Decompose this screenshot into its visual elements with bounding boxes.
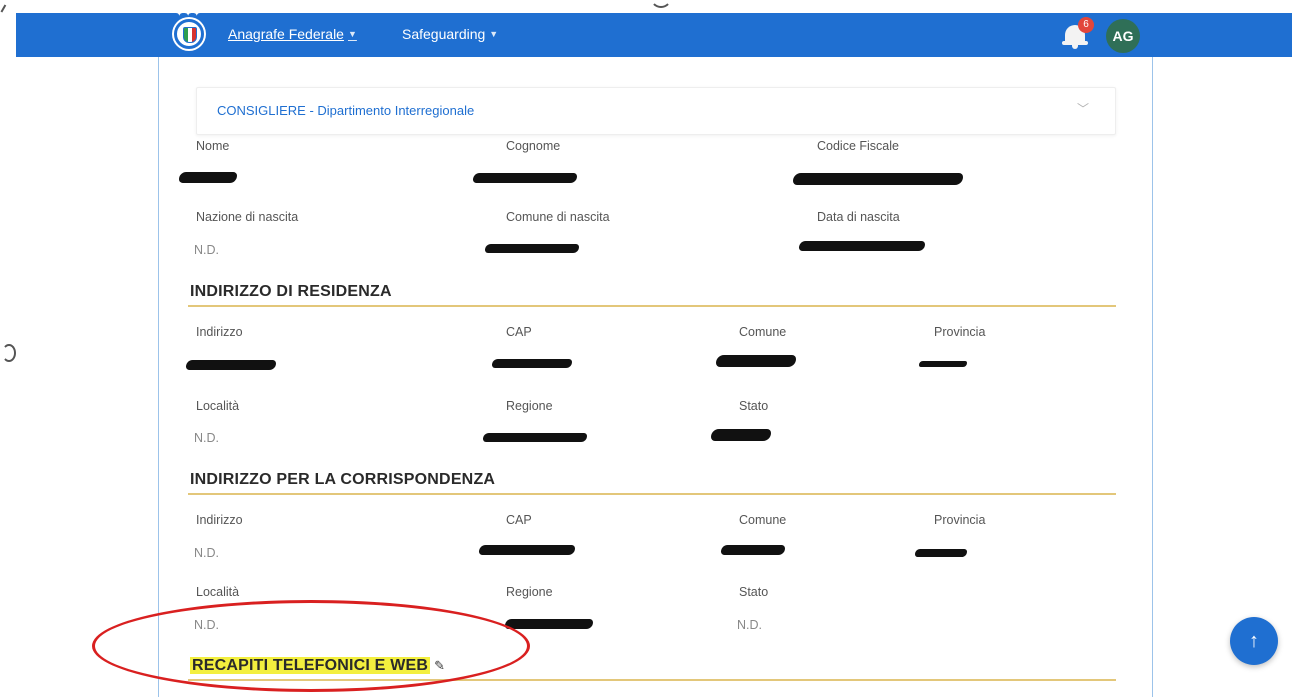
- corrispondenza-cap-label: CAP: [506, 513, 532, 527]
- figc-logo-icon[interactable]: [174, 19, 204, 49]
- redacted-corrispondenza-provincia: [915, 549, 967, 557]
- nav-menu-safeguarding[interactable]: Safeguarding ▼: [402, 25, 498, 43]
- corrispondenza-comune-label: Comune: [739, 513, 787, 527]
- section-divider: [188, 305, 1116, 307]
- nome-label: Nome: [196, 139, 230, 153]
- residenza-regione-label: Regione: [506, 399, 553, 413]
- redacted-comune-nascita: [485, 244, 579, 253]
- residenza-section-title: INDIRIZZO DI RESIDENZA: [190, 283, 392, 300]
- redacted-residenza-cap: [492, 359, 572, 368]
- redacted-nome: [179, 172, 237, 183]
- redacted-residenza-stato: [711, 429, 771, 441]
- redacted-corrispondenza-regione: [505, 619, 593, 629]
- caret-down-icon: ▼: [489, 29, 499, 39]
- photo-artifact: [0, 4, 12, 16]
- residenza-localita-value: N.D.: [194, 431, 219, 445]
- notifications-bell-icon[interactable]: 6: [1062, 17, 1094, 51]
- photo-artifact: [2, 344, 16, 362]
- comune-nascita-label: Comune di nascita: [506, 210, 610, 224]
- codice-fiscale-label: Codice Fiscale: [817, 139, 899, 153]
- redacted-cognome: [473, 173, 577, 183]
- role-accordion[interactable]: CONSIGLIERE - Dipartimento Interregional…: [196, 87, 1116, 135]
- chevron-down-icon[interactable]: ﹀: [1077, 100, 1089, 117]
- notification-count-badge: 6: [1078, 17, 1094, 33]
- nav-menu-label: Safeguarding: [402, 26, 486, 42]
- scroll-to-top-button[interactable]: ↑: [1230, 617, 1278, 665]
- corrispondenza-stato-value: N.D.: [737, 618, 762, 632]
- corrispondenza-section-title: INDIRIZZO PER LA CORRISPONDENZA: [190, 471, 496, 488]
- redacted-corrispondenza-comune: [721, 545, 785, 555]
- red-annotation-circle: [92, 600, 530, 692]
- corrispondenza-localita-label: Località: [196, 585, 240, 599]
- corrispondenza-regione-label: Regione: [506, 585, 553, 599]
- nav-menu-label: Anagrafe Federale: [228, 26, 344, 42]
- cognome-label: Cognome: [506, 139, 561, 153]
- data-nascita-label: Data di nascita: [817, 210, 900, 224]
- redacted-corrispondenza-cap: [479, 545, 575, 555]
- residenza-comune-label: Comune: [739, 325, 787, 339]
- corrispondenza-provincia-label: Provincia: [934, 513, 986, 527]
- redacted-residenza-comune: [716, 355, 796, 367]
- residenza-provincia-label: Provincia: [934, 325, 986, 339]
- corrispondenza-indirizzo-label: Indirizzo: [196, 513, 243, 527]
- section-divider: [188, 493, 1116, 495]
- corrispondenza-stato-label: Stato: [739, 585, 769, 599]
- redacted-residenza-regione: [483, 433, 587, 442]
- redacted-codice-fiscale: [793, 173, 963, 185]
- role-accordion-title: CONSIGLIERE - Dipartimento Interregional…: [217, 103, 475, 118]
- nazione-nascita-label: Nazione di nascita: [196, 210, 299, 224]
- user-avatar[interactable]: AG: [1106, 19, 1140, 53]
- corrispondenza-indirizzo-value: N.D.: [194, 546, 219, 560]
- nazione-nascita-value: N.D.: [194, 243, 219, 257]
- top-navbar: ✦✦✦ Anagrafe Federale ▼ Safeguarding ▼ 6 A…: [16, 9, 1292, 57]
- logo-stars-icon: ✦✦✦: [176, 9, 203, 18]
- redacted-residenza-indirizzo: [186, 360, 276, 370]
- residenza-cap-label: CAP: [506, 325, 532, 339]
- residenza-stato-label: Stato: [739, 399, 769, 413]
- residenza-indirizzo-label: Indirizzo: [196, 325, 243, 339]
- arrow-up-icon: ↑: [1249, 630, 1259, 652]
- nav-menu-anagrafe-federale[interactable]: Anagrafe Federale ▼: [228, 25, 357, 43]
- redacted-residenza-provincia: [919, 361, 967, 367]
- photo-artifact: [650, 0, 672, 8]
- residenza-localita-label: Località: [196, 399, 240, 413]
- caret-down-icon: ▼: [347, 29, 357, 39]
- redacted-data-nascita: [799, 241, 925, 251]
